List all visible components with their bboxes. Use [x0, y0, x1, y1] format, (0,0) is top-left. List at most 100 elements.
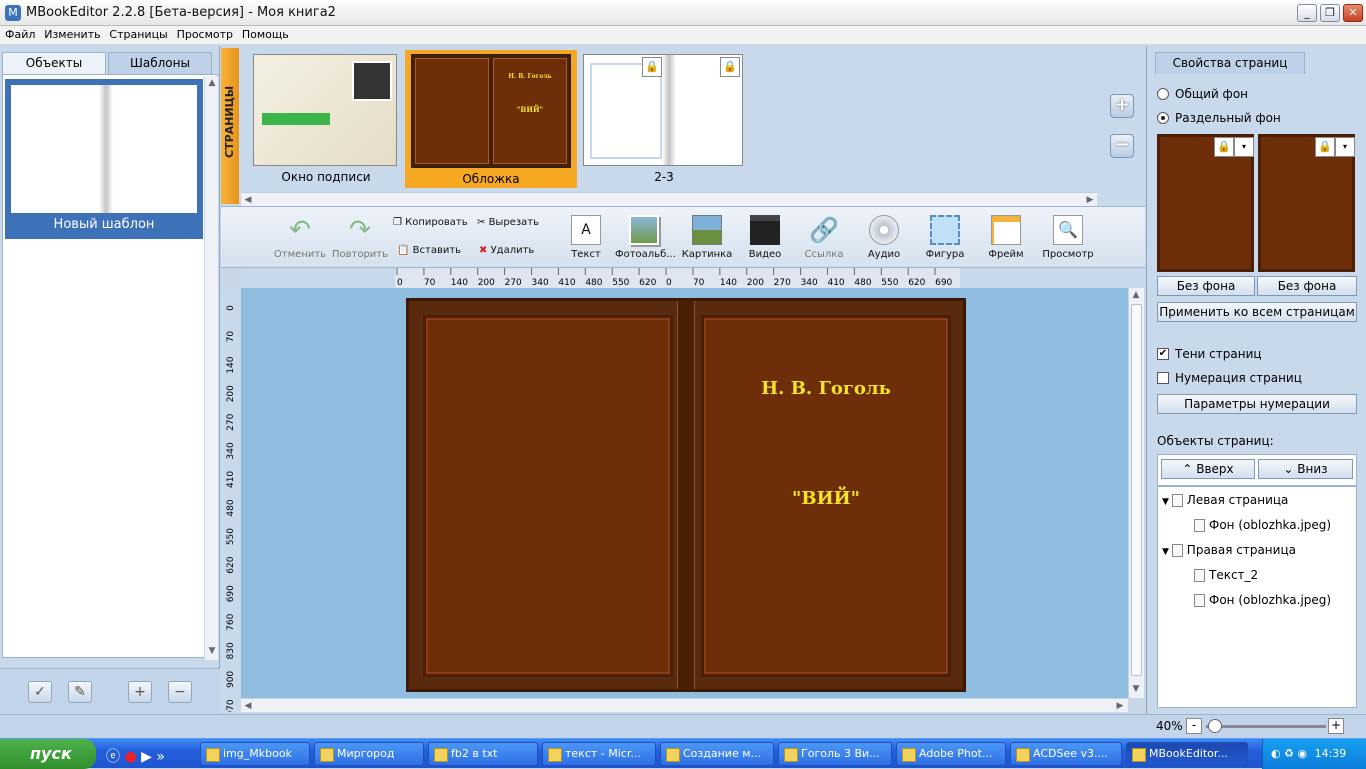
lock-icon[interactable]: 🔒: [1315, 137, 1335, 157]
add-page-button[interactable]: +: [1110, 94, 1134, 118]
left-background-preview[interactable]: 🔒 ▾: [1157, 134, 1254, 272]
task-button[interactable]: Миргород: [314, 742, 424, 766]
text-tool[interactable]: A Текст: [561, 215, 611, 260]
ruler-tick-label: 140: [720, 278, 737, 288]
templates-scrollbar[interactable]: ▲ ▼: [204, 76, 218, 660]
scroll-down-icon[interactable]: ▼: [205, 644, 219, 658]
tree-item[interactable]: Текст_2: [1194, 568, 1258, 582]
zoom-in-button[interactable]: +: [1328, 718, 1344, 734]
video-tool[interactable]: Видео: [741, 215, 789, 260]
template-item[interactable]: Новый шаблон: [5, 79, 203, 239]
lock-icon[interactable]: 🔒: [720, 57, 740, 77]
canvas-vertical-scrollbar[interactable]: ▲ ▼: [1128, 288, 1144, 698]
task-button-active[interactable]: MBookEditor...: [1126, 742, 1248, 766]
scroll-right-icon[interactable]: ▶: [1083, 193, 1097, 207]
menu-help[interactable]: Помощь: [237, 26, 289, 41]
pages-strip-scrollbar[interactable]: ◀ ▶: [241, 192, 1097, 206]
cut-button[interactable]: ✂ Вырезать: [477, 217, 539, 228]
tree-item[interactable]: Фон (oblozhka.jpeg): [1194, 518, 1331, 532]
audio-tool[interactable]: Аудио: [859, 215, 909, 260]
task-button[interactable]: Гоголь 3 Ви...: [778, 742, 892, 766]
task-button[interactable]: Adobe Phot...: [896, 742, 1006, 766]
expand-icon[interactable]: ▼: [1162, 497, 1172, 507]
right-page[interactable]: Н. В. Гоголь "ВИЙ": [701, 315, 951, 677]
undo-button[interactable]: ↶ Отменить: [271, 215, 329, 260]
shape-tool[interactable]: Фигура: [919, 215, 971, 260]
tree-item[interactable]: Фон (oblozhka.jpeg): [1194, 593, 1331, 607]
start-button[interactable]: пуск: [0, 739, 96, 769]
right-background-preview[interactable]: 🔒 ▾: [1258, 134, 1355, 272]
task-button[interactable]: текст - Micr...: [542, 742, 656, 766]
photo-album-tool[interactable]: Фотоальб...: [615, 215, 676, 260]
minimize-button[interactable]: _: [1297, 4, 1317, 22]
opera-icon[interactable]: ●: [124, 749, 136, 765]
close-button[interactable]: ✕: [1343, 4, 1363, 22]
media-icon[interactable]: ▶: [141, 749, 152, 765]
move-up-button[interactable]: ⌃ Вверх: [1161, 459, 1255, 479]
restore-button[interactable]: ❐: [1320, 4, 1340, 22]
task-button[interactable]: ACDSee v3....: [1010, 742, 1122, 766]
numbering-params-button[interactable]: Параметры нумерации: [1157, 394, 1357, 414]
page-thumb-cover-selected[interactable]: Н. В. Гоголь "ВИЙ" Обложка: [405, 50, 577, 188]
scroll-thumb[interactable]: [1131, 304, 1142, 676]
delete-button[interactable]: ✖ Удалить: [479, 245, 534, 256]
copy-button[interactable]: ❐ Копировать: [393, 217, 468, 228]
link-tool[interactable]: 🔗 Ссылка: [799, 215, 849, 260]
scroll-left-icon[interactable]: ◀: [241, 193, 255, 207]
tray-icon[interactable]: ◐: [1271, 747, 1281, 760]
tab-objects[interactable]: Объекты: [2, 52, 106, 74]
expand-icon[interactable]: ▼: [1162, 547, 1172, 557]
canvas-horizontal-scrollbar[interactable]: ◀ ▶: [241, 698, 1128, 712]
menu-view[interactable]: Просмотр: [172, 26, 233, 41]
no-bg-right-button[interactable]: Без фона: [1257, 276, 1357, 296]
no-bg-left-button[interactable]: Без фона: [1157, 276, 1255, 296]
tray-icon[interactable]: ♻: [1284, 747, 1294, 760]
add-template-button[interactable]: +: [128, 681, 152, 703]
tab-templates[interactable]: Шаблоны: [108, 52, 212, 74]
scroll-left-icon[interactable]: ◀: [241, 699, 255, 713]
tree-item-left-page[interactable]: ▼ Левая страница: [1162, 493, 1288, 507]
apply-all-pages-button[interactable]: Применить ко всем страницам: [1157, 302, 1357, 322]
remove-page-button[interactable]: −: [1110, 134, 1134, 158]
preview-tool[interactable]: 🔍 Просмотр: [1039, 215, 1097, 260]
task-button[interactable]: Создание м...: [660, 742, 774, 766]
tab-page-properties[interactable]: Свойства страниц: [1155, 52, 1305, 74]
editor-canvas[interactable]: Н. В. Гоголь "ВИЙ": [241, 288, 1128, 698]
zoom-slider[interactable]: [1206, 725, 1326, 728]
menu-file[interactable]: Файл: [0, 26, 35, 41]
ruler-tick-label: 0: [666, 278, 672, 288]
remove-template-button[interactable]: −: [168, 681, 192, 703]
tray-icon[interactable]: ◉: [1297, 747, 1307, 760]
page-thumb-2-3[interactable]: 🔒 🔒 2-3: [583, 54, 745, 184]
author-text[interactable]: Н. В. Гоголь: [704, 378, 948, 399]
frame-tool[interactable]: Фрейм: [981, 215, 1031, 260]
scroll-up-icon[interactable]: ▲: [1129, 288, 1143, 302]
redo-button[interactable]: ↷ Повторить: [331, 215, 389, 260]
apply-template-button[interactable]: ✓: [28, 681, 52, 703]
tree-item-right-page[interactable]: ▼ Правая страница: [1162, 543, 1296, 557]
task-button[interactable]: img_Mkbook: [200, 742, 310, 766]
scroll-right-icon[interactable]: ▶: [1113, 699, 1127, 713]
zoom-slider-handle[interactable]: [1208, 719, 1222, 733]
edit-template-button[interactable]: ✎: [68, 681, 92, 703]
move-down-button[interactable]: ⌄ Вниз: [1258, 459, 1353, 479]
scroll-up-icon[interactable]: ▲: [205, 76, 219, 90]
chevron-down-icon[interactable]: ▾: [1234, 137, 1254, 157]
task-button[interactable]: fb2 в txt: [428, 742, 538, 766]
book-spread[interactable]: Н. В. Гоголь "ВИЙ": [406, 298, 966, 692]
paste-button[interactable]: 📋 Вставить: [397, 245, 461, 256]
lock-icon[interactable]: 🔒: [642, 57, 662, 77]
more-icon[interactable]: »: [156, 749, 165, 765]
browser-icon[interactable]: ⓔ: [106, 749, 120, 765]
chevron-down-icon[interactable]: ▾: [1335, 137, 1355, 157]
ruler-tick-label: 200: [478, 278, 495, 288]
left-page[interactable]: [423, 315, 673, 677]
menu-edit[interactable]: Изменить: [39, 26, 100, 41]
scroll-down-icon[interactable]: ▼: [1129, 682, 1143, 696]
zoom-out-button[interactable]: -: [1186, 718, 1202, 734]
menu-pages[interactable]: Страницы: [104, 26, 167, 41]
picture-tool[interactable]: Картинка: [679, 215, 735, 260]
lock-icon[interactable]: 🔒: [1214, 137, 1234, 157]
title-text[interactable]: "ВИЙ": [704, 488, 948, 509]
page-thumb-signature[interactable]: Окно подписи: [253, 54, 399, 184]
